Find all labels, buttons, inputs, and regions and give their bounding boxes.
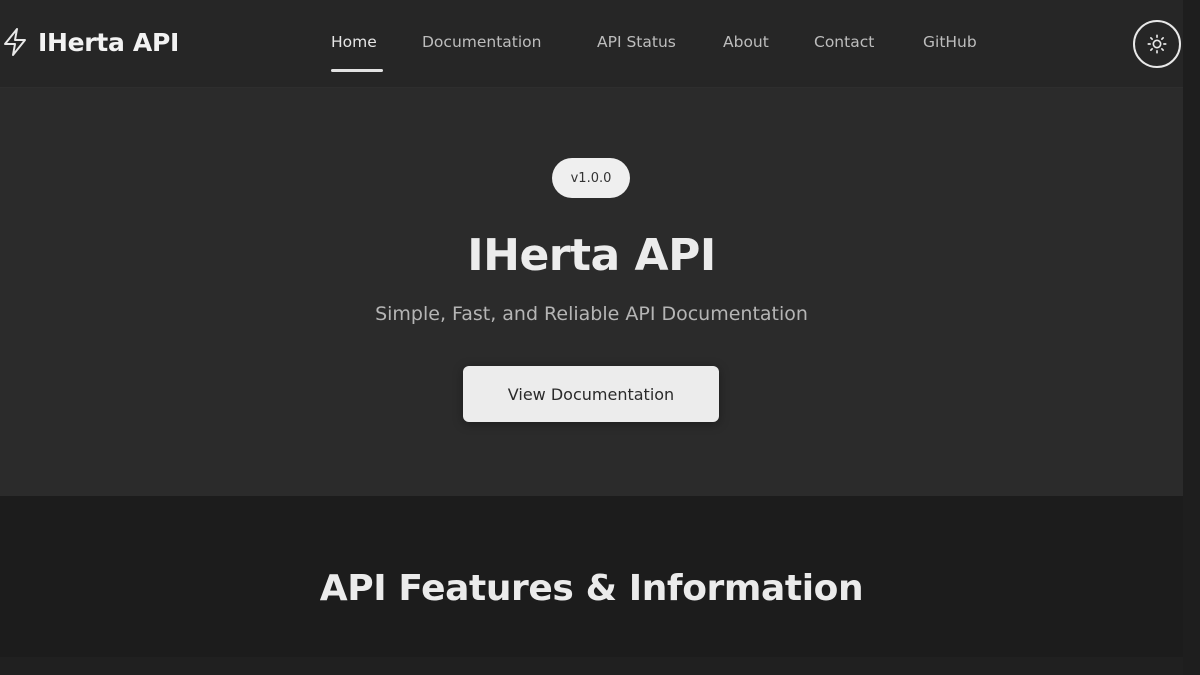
sun-icon	[1147, 34, 1167, 54]
nav-link-github[interactable]: GitHub	[923, 30, 977, 54]
nav-link-api-status[interactable]: API Status	[597, 30, 676, 54]
nav-link-home[interactable]: Home	[331, 30, 377, 54]
view-documentation-button[interactable]: View Documentation	[463, 366, 719, 422]
navbar: IHerta API Home Documentation API Status…	[0, 0, 1183, 88]
features-title: API Features & Information	[319, 568, 864, 609]
hero-subtitle: Simple, Fast, and Reliable API Documenta…	[375, 303, 808, 325]
features-section: API Features & Information	[0, 496, 1183, 675]
version-badge: v1.0.0	[552, 158, 630, 198]
main-navigation: Home Documentation API Status About Cont…	[0, 30, 1183, 54]
active-nav-indicator	[331, 69, 383, 72]
page: IHerta API Home Documentation API Status…	[0, 0, 1200, 675]
theme-toggle-button[interactable]	[1133, 20, 1181, 68]
hero-section: v1.0.0 IHerta API Simple, Fast, and Reli…	[0, 88, 1183, 496]
nav-link-contact[interactable]: Contact	[814, 30, 874, 54]
section-divider	[0, 657, 1183, 675]
hero-title: IHerta API	[467, 230, 716, 281]
nav-link-documentation[interactable]: Documentation	[422, 30, 542, 54]
nav-link-about[interactable]: About	[723, 30, 769, 54]
scrollbar-track[interactable]	[1183, 0, 1200, 675]
